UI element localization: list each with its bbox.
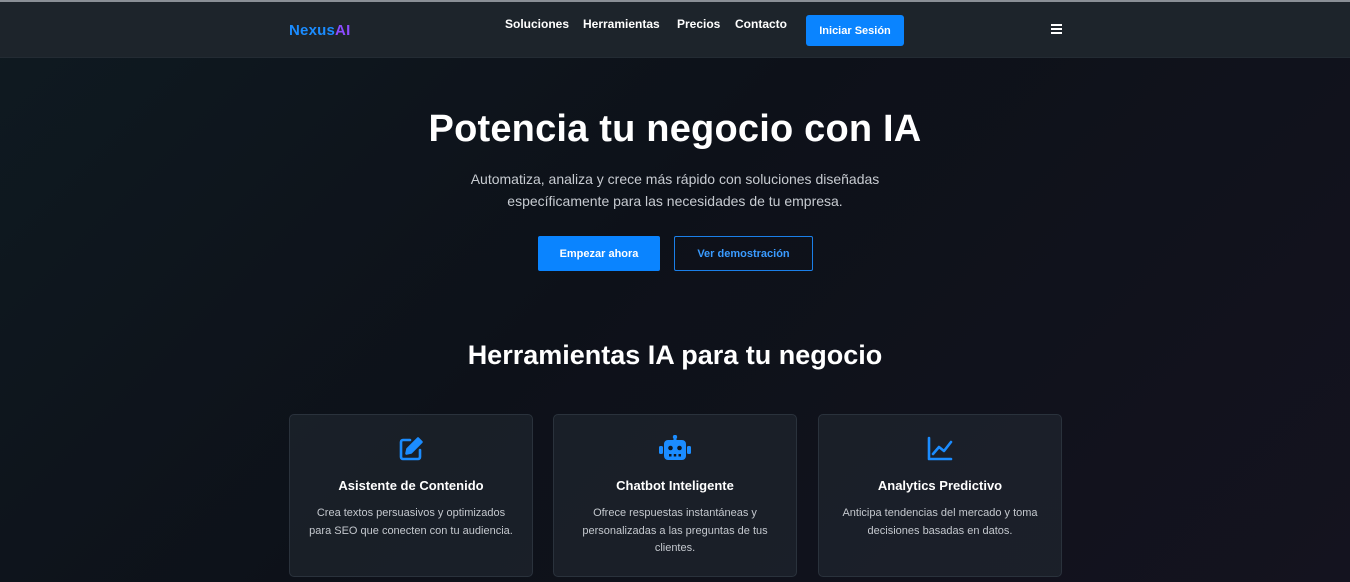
site-header: NexusAI Soluciones Herramientas Precios … <box>0 2 1350 58</box>
tools-section-title: Herramientas IA para tu negocio <box>467 340 883 370</box>
logo[interactable]: NexusAI <box>289 22 350 39</box>
hero-title: Potencia tu negocio con IA <box>428 108 922 150</box>
robot-icon <box>554 435 796 463</box>
card-description: Anticipa tendencias del mercado y toma d… <box>842 507 1038 537</box>
nav-link-precios[interactable]: Precios <box>677 17 720 31</box>
card-description: Crea textos persuasivos y optimizados pa… <box>309 507 513 537</box>
card-title: Chatbot Inteligente <box>616 478 734 493</box>
nav-link-contacto[interactable]: Contacto <box>735 17 787 31</box>
edit-icon <box>290 435 532 463</box>
hero-subtitle: Automatiza, analiza y crece más rápido c… <box>470 171 880 209</box>
nav-link-herramientas[interactable]: Herramientas <box>583 17 660 31</box>
logo-text-nexus: Nexus <box>289 22 336 39</box>
chart-line-icon <box>819 435 1061 463</box>
login-button[interactable]: Iniciar Sesión <box>806 15 904 46</box>
tool-card-content-assistant: Asistente de Contenido Crea textos persu… <box>289 414 533 577</box>
view-demo-button[interactable]: Ver demostración <box>674 236 813 271</box>
logo-text-ai: AI <box>335 22 351 39</box>
tool-card-chatbot: Chatbot Inteligente Ofrece respuestas in… <box>553 414 797 577</box>
card-title: Analytics Predictivo <box>877 478 1003 493</box>
start-now-button[interactable]: Empezar ahora <box>538 236 660 271</box>
hamburger-menu-icon[interactable] <box>1051 24 1062 34</box>
card-description: Ofrece respuestas instantáneas y persona… <box>582 507 768 554</box>
card-title: Asistente de Contenido <box>338 478 484 493</box>
tool-card-analytics: Analytics Predictivo Anticipa tendencias… <box>818 414 1062 577</box>
nav-link-soluciones[interactable]: Soluciones <box>505 17 569 31</box>
